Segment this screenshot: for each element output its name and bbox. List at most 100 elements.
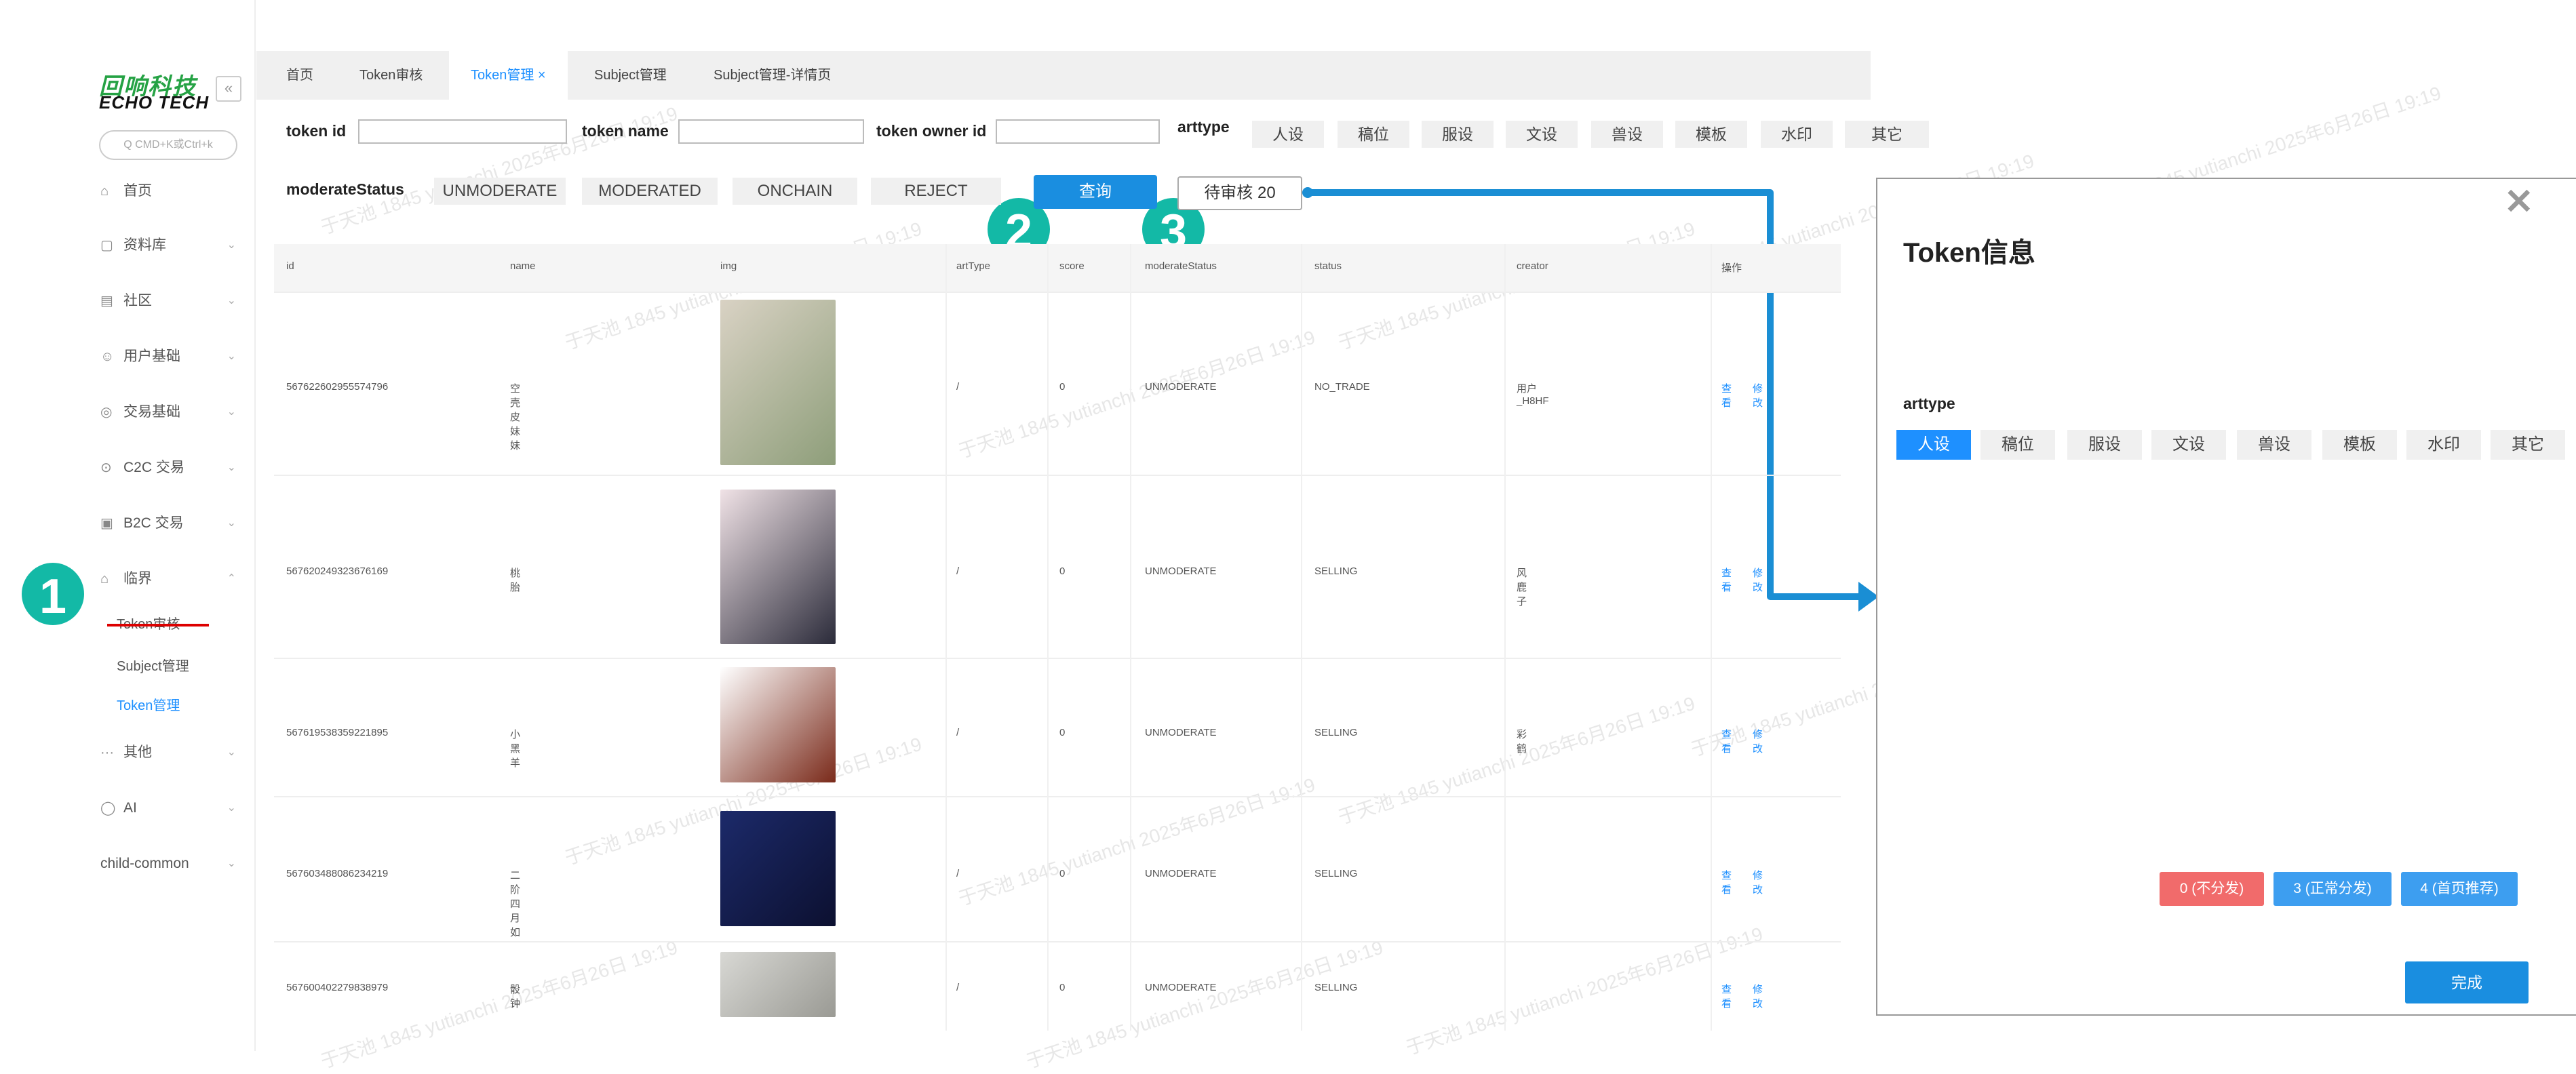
dialog-arttype-chip-3[interactable]: 文设: [2151, 430, 2226, 460]
sidebar-item-label: C2C 交易: [123, 460, 184, 475]
sidebar-item-4[interactable]: ◎ 交易基础 ⌄: [100, 399, 236, 426]
cell-arttype: /: [956, 868, 960, 879]
user-icon: ☺: [100, 349, 115, 364]
chevron-down-icon: ⌄: [227, 747, 236, 758]
query-button[interactable]: 查询: [1034, 175, 1157, 209]
column-divider: [1047, 244, 1049, 1031]
edit-link[interactable]: 修改: [1753, 727, 1763, 755]
edit-link[interactable]: 修改: [1753, 381, 1763, 410]
artwork-thumbnail[interactable]: [720, 300, 836, 465]
view-link[interactable]: 查看: [1721, 565, 1732, 594]
view-link[interactable]: 查看: [1721, 868, 1732, 896]
submenu-token-manage[interactable]: Token管理: [117, 694, 180, 714]
cell-moderate-status: UNMODERATE: [1145, 727, 1217, 738]
close-icon[interactable]: ✕: [2504, 182, 2534, 222]
row-divider: [274, 941, 1841, 942]
view-link[interactable]: 查看: [1721, 982, 1732, 1010]
edit-link[interactable]: 修改: [1753, 982, 1763, 1010]
dialog-arttype-chip-7[interactable]: 其它: [2491, 430, 2565, 460]
collapse-sidebar-button[interactable]: «: [216, 76, 241, 102]
sidebar-item-label: 用户基础: [123, 349, 180, 364]
status-chip-2[interactable]: ONCHAIN: [733, 178, 857, 205]
cell-name: 空壳皮妹妹: [510, 383, 521, 452]
token-id-input[interactable]: [358, 119, 567, 144]
sidebar-item-2[interactable]: ▤ 社区 ⌄: [100, 287, 236, 315]
sidebar-item-6[interactable]: ▣ B2C 交易 ⌄: [100, 510, 236, 537]
sidebar-item-label: B2C 交易: [123, 515, 184, 531]
cell-creator: 风鹿子: [1517, 568, 1527, 608]
tab-token-manage[interactable]: Token管理 ×: [449, 51, 568, 100]
sidebar-item-5[interactable]: ⊙ C2C 交易 ⌄: [100, 454, 236, 481]
tab-home[interactable]: 首页: [286, 51, 313, 100]
cell-status: NO_TRADE: [1314, 381, 1370, 393]
cell-arttype: /: [956, 381, 960, 393]
arttype-chip-0[interactable]: 人设: [1252, 121, 1324, 148]
arttype-chip-2[interactable]: 服设: [1422, 121, 1494, 148]
arttype-chip-5[interactable]: 模板: [1675, 121, 1747, 148]
sidebar-item-8[interactable]: ··· 其他 ⌄: [100, 739, 236, 766]
arttype-chip-7[interactable]: 其它: [1845, 121, 1929, 148]
chevron-down-icon: ⌄: [227, 462, 236, 473]
view-link[interactable]: 查看: [1721, 727, 1732, 755]
bank-icon: ⌂: [100, 572, 109, 586]
no-distribute-button[interactable]: 0 (不分发): [2160, 872, 2264, 906]
red-underline-mark: [107, 624, 209, 626]
cell-moderate-status: UNMODERATE: [1145, 565, 1217, 577]
status-chip-3[interactable]: REJECT: [871, 178, 1001, 205]
sidebar-item-label: 临界: [123, 571, 152, 586]
sidebar-search-input[interactable]: Q CMD+K或Ctrl+k: [99, 130, 237, 160]
chevron-down-icon: ⌄: [227, 406, 236, 418]
dialog-arttype-chip-4[interactable]: 兽设: [2237, 430, 2311, 460]
arttype-chip-4[interactable]: 兽设: [1591, 121, 1663, 148]
column-divider: [945, 244, 947, 1031]
table-header: id name img artType score moderateStatus…: [274, 244, 1841, 292]
arttype-chip-3[interactable]: 文设: [1506, 121, 1578, 148]
tab-subject-manage[interactable]: Subject管理: [594, 51, 667, 100]
token-owner-input[interactable]: [996, 119, 1160, 144]
done-button[interactable]: 完成: [2405, 961, 2529, 1003]
edit-link[interactable]: 修改: [1753, 565, 1763, 594]
pending-review-button[interactable]: 待审核 20: [1177, 176, 1302, 210]
th-id: id: [286, 260, 294, 272]
artwork-thumbnail[interactable]: [720, 667, 836, 782]
tab-subject-detail[interactable]: Subject管理-详情页: [714, 51, 831, 100]
arttype-chip-1[interactable]: 稿位: [1338, 121, 1409, 148]
dialog-arttype-chip-6[interactable]: 水印: [2406, 430, 2481, 460]
chevron-down-icon: ⌄: [227, 858, 236, 869]
th-name: name: [510, 260, 536, 272]
sidebar-item-0[interactable]: ⌂ 首页: [100, 178, 236, 205]
view-link[interactable]: 查看: [1721, 381, 1732, 410]
cell-id: 567600402279838979: [286, 982, 389, 993]
tab-token-review[interactable]: Token审核: [359, 51, 423, 100]
sidebar-item-9[interactable]: ◯ AI ⌄: [100, 795, 236, 822]
artwork-thumbnail[interactable]: [720, 490, 836, 644]
cell-score: 0: [1059, 982, 1066, 993]
dialog-arttype-chip-0[interactable]: 人设: [1896, 430, 1971, 460]
row-divider: [274, 475, 1841, 476]
sidebar-item-1[interactable]: ▢ 资料库 ⌄: [100, 232, 236, 259]
status-chip-1[interactable]: MODERATED: [582, 178, 718, 205]
token-name-input[interactable]: [678, 119, 864, 144]
edit-link[interactable]: 修改: [1753, 868, 1763, 896]
cell-score: 0: [1059, 868, 1066, 879]
submenu-subject-manage[interactable]: Subject管理: [117, 655, 189, 675]
arttype-chip-6[interactable]: 水印: [1761, 121, 1833, 148]
dialog-arttype-chip-1[interactable]: 稿位: [1980, 430, 2055, 460]
dialog-arttype-chip-2[interactable]: 服设: [2067, 430, 2142, 460]
watermark-text: 于天池 1845 yutianchi 2025年6月26日 19:19: [956, 326, 1318, 462]
normal-distribute-button[interactable]: 3 (正常分发): [2273, 872, 2392, 906]
artwork-thumbnail[interactable]: [720, 952, 836, 1017]
row-divider: [274, 292, 1841, 293]
status-chip-0[interactable]: UNMODERATE: [434, 178, 566, 205]
chevron-down-icon: ⌄: [227, 239, 236, 251]
submenu-token-review[interactable]: Token审核: [117, 613, 180, 633]
dialog-arttype-chip-5[interactable]: 模板: [2322, 430, 2397, 460]
sidebar-item-7[interactable]: ⌂ 临界 ⌃: [100, 565, 236, 593]
chevron-down-icon: ⌄: [227, 517, 236, 529]
artwork-thumbnail[interactable]: [720, 811, 836, 926]
sidebar-item-3[interactable]: ☺ 用户基础 ⌄: [100, 343, 236, 370]
watermark-text: 于天池 1845 yutianchi 2025年6月26日 19:19: [956, 774, 1318, 910]
homepage-recommend-button[interactable]: 4 (首页推荐): [2401, 872, 2518, 906]
sidebar-item-10[interactable]: child-common ⌄: [100, 850, 236, 877]
cell-arttype: /: [956, 727, 960, 738]
